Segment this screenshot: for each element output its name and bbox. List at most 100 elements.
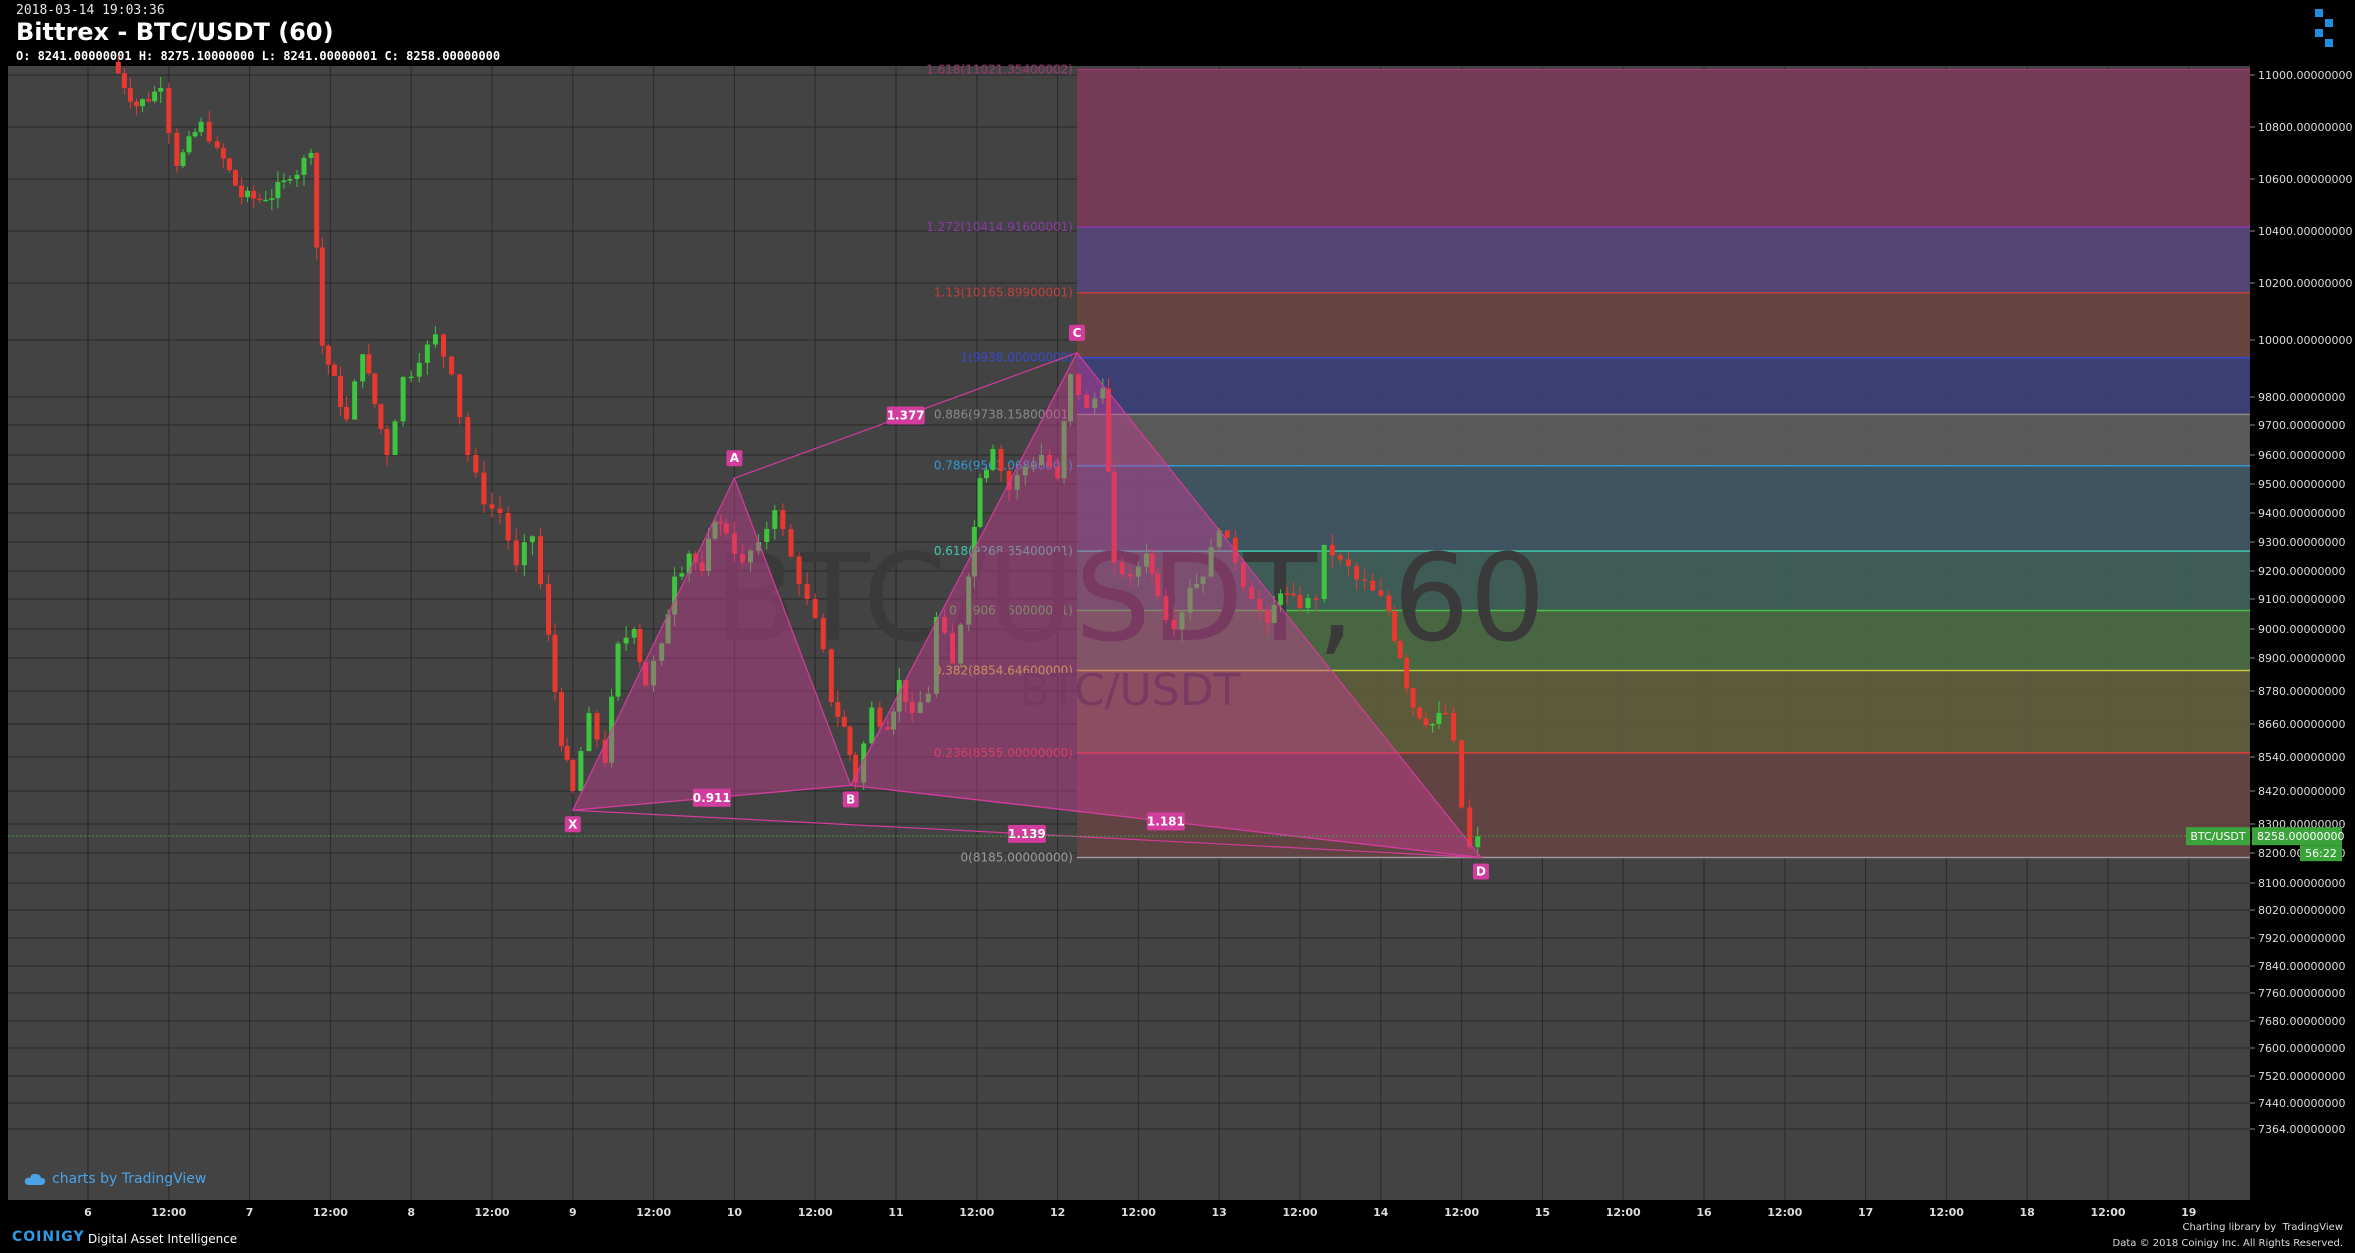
candle-body	[1362, 579, 1368, 581]
fib-band	[1076, 357, 2250, 415]
candle-body	[473, 455, 479, 473]
candle-body	[1305, 598, 1311, 608]
y-tick-label: 9200.00000000	[2258, 565, 2345, 578]
candle-body	[1284, 593, 1290, 595]
candle-body	[637, 629, 643, 663]
x-tick-label: 12:00	[1767, 1206, 1802, 1219]
y-tick-label: 7920.00000000	[2258, 932, 2345, 945]
candle-body	[465, 417, 471, 455]
price-tag-label: 8258.00000000	[2257, 830, 2344, 843]
fib-label: 0(8185.00000000)	[961, 851, 1073, 865]
y-tick-label: 9500.00000000	[2258, 478, 2345, 491]
tradingview-link[interactable]: TradingView	[2283, 1222, 2343, 1233]
y-tick-label: 9100.00000000	[2258, 593, 2345, 606]
fib-label: 1.618(11021.35400002)	[926, 62, 1073, 76]
candle-body	[158, 88, 164, 92]
candle-body	[226, 158, 232, 171]
x-tick-label: 10	[727, 1206, 743, 1219]
candle-body	[1459, 740, 1465, 808]
y-tick-label: 8100.00000000	[2258, 877, 2345, 890]
tradingview-badge[interactable]: charts by TradingView	[24, 1171, 206, 1187]
pattern-point-label: C	[1073, 326, 1082, 340]
y-tick-label: 10000.00000000	[2258, 334, 2352, 347]
x-tick-label: 7	[246, 1206, 254, 1219]
y-tick-label: 10600.00000000	[2258, 173, 2352, 186]
candle-body	[796, 556, 802, 585]
candle-body	[513, 540, 519, 566]
y-tick-label: 10400.00000000	[2258, 225, 2352, 238]
fib-label: 1.272(10414.91600001)	[926, 220, 1073, 234]
candle-body	[1442, 712, 1448, 715]
candle-body	[615, 643, 621, 697]
candle-body	[424, 344, 430, 363]
pattern-ratio-label: 1.139	[1008, 827, 1046, 841]
candle-body	[338, 375, 343, 408]
candle-body	[378, 404, 384, 429]
x-tick-label: 12:00	[959, 1206, 994, 1219]
x-tick-label: 12:00	[1929, 1206, 1964, 1219]
candle-body	[564, 746, 570, 760]
y-tick-label: 9800.00000000	[2258, 391, 2345, 404]
candle-body	[1224, 530, 1230, 538]
coinigy-brand[interactable]: COINIGY	[12, 1229, 85, 1245]
candle-body	[586, 713, 592, 752]
candle-body	[983, 469, 989, 479]
candle-body	[441, 334, 447, 357]
candle-body	[140, 99, 146, 107]
x-tick-label: 12:00	[1444, 1206, 1479, 1219]
x-tick-label: 12:00	[798, 1206, 833, 1219]
x-tick-label: 14	[1373, 1206, 1389, 1219]
candle-body	[408, 376, 414, 379]
candle-body	[115, 62, 121, 74]
y-tick-label: 7760.00000000	[2258, 987, 2345, 1000]
x-tick-label: 9	[569, 1206, 577, 1219]
candle-body	[1337, 555, 1343, 560]
candle-body	[546, 584, 552, 635]
candle-body	[366, 354, 372, 374]
candle-body	[623, 637, 629, 644]
time-axis	[0, 1200, 2355, 1222]
candle-body	[1410, 688, 1416, 708]
candle-body	[245, 190, 251, 198]
candle-body	[1392, 611, 1398, 641]
candle-body	[257, 198, 263, 201]
candle-body	[251, 190, 257, 199]
candle-body	[1378, 590, 1384, 596]
candlestick-chart[interactable]: 1.618(11021.35400002) 1.272(10414.9160000…	[0, 0, 2355, 1222]
candle-body	[537, 536, 543, 585]
charting-credit-text: Charting library by	[2182, 1222, 2277, 1233]
candle-body	[269, 198, 275, 200]
candle-body	[281, 180, 287, 183]
y-tick-label: 11000.00000000	[2258, 69, 2352, 82]
candle-body	[186, 136, 192, 153]
candle-body	[772, 510, 778, 529]
x-tick-label: 12:00	[474, 1206, 509, 1219]
candle-body	[1404, 658, 1410, 689]
candle-body	[1329, 544, 1335, 556]
x-tick-label: 12:00	[636, 1206, 671, 1219]
candle-body	[1436, 712, 1442, 724]
pattern-ratio-label: 1.377	[887, 409, 925, 423]
fib-band	[1076, 227, 2250, 293]
candle-body	[360, 354, 366, 382]
pattern-point-label: B	[846, 792, 855, 806]
candle-body	[505, 513, 511, 541]
candle-body	[497, 508, 503, 513]
candle-body	[1291, 593, 1297, 596]
candle-body	[841, 716, 847, 727]
candle-body	[489, 504, 495, 509]
candle-body	[416, 362, 422, 377]
x-tick-label: 13	[1212, 1206, 1227, 1219]
fib-band	[1076, 292, 2250, 358]
y-tick-label: 7600.00000000	[2258, 1042, 2345, 1055]
candle-body	[835, 702, 841, 717]
x-tick-label: 12:00	[151, 1206, 186, 1219]
y-tick-label: 10800.00000000	[2258, 121, 2352, 134]
candle-body	[325, 345, 331, 365]
fib-band	[1076, 69, 2250, 228]
candle-body	[239, 185, 245, 198]
candle-body	[275, 182, 281, 199]
candle-body	[1321, 544, 1327, 599]
x-tick-label: 12:00	[1282, 1206, 1317, 1219]
y-tick-label: 8420.00000000	[2258, 785, 2345, 798]
